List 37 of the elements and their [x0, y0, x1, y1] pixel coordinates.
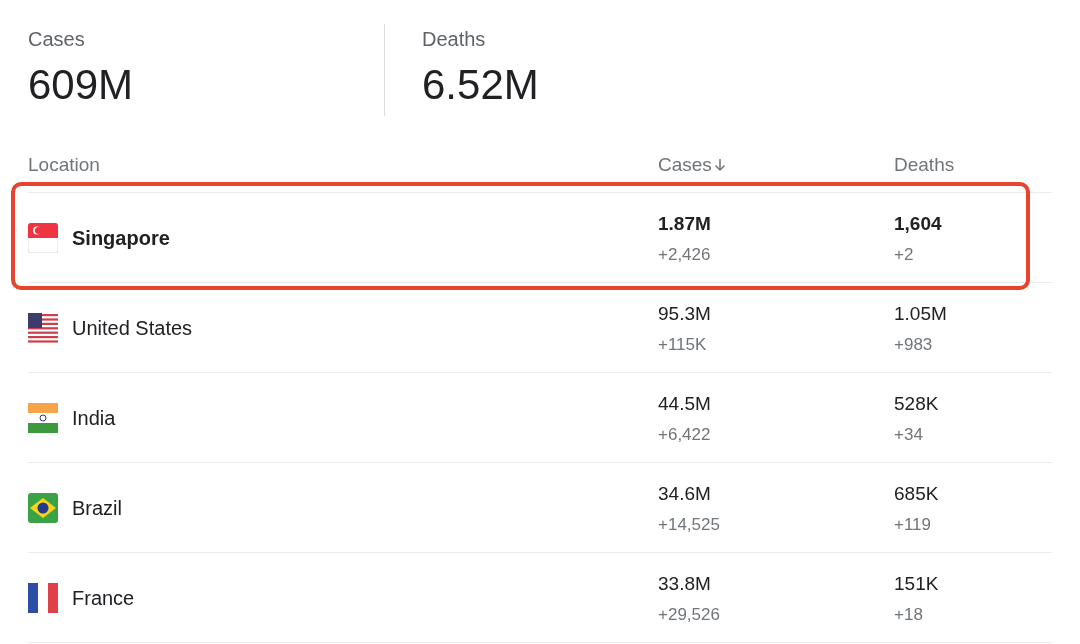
- change-value: +14,525: [658, 514, 721, 535]
- stat-label: Deaths: [422, 27, 486, 52]
- column-header[interactable]: Deaths: [894, 154, 955, 176]
- column-header[interactable]: Cases: [658, 154, 726, 176]
- change-value: +6,422: [658, 424, 712, 445]
- flag-icon: [28, 402, 58, 433]
- change-value: +2: [894, 244, 915, 265]
- stat-label: Cases: [28, 27, 85, 52]
- table-value: 34.6M: [658, 482, 712, 505]
- change-value: +34: [894, 424, 924, 445]
- change-value: +18: [894, 604, 924, 625]
- country-name: United States: [72, 315, 193, 341]
- flag-icon: [28, 222, 58, 253]
- table-value: 1,604: [894, 212, 943, 235]
- table-value: 1.05M: [894, 302, 948, 325]
- stat-value: 609M: [28, 61, 134, 109]
- country-name: France: [72, 585, 135, 611]
- change-value: +115K: [658, 334, 708, 355]
- flag-icon: [28, 312, 58, 343]
- change-value: +2,426: [658, 244, 712, 265]
- table-value: 685K: [894, 482, 940, 505]
- stat-value: 6.52M: [422, 61, 539, 109]
- table-value: 33.8M: [658, 572, 712, 595]
- column-header[interactable]: Location: [28, 154, 100, 176]
- change-value: +29,526: [658, 604, 721, 625]
- table-value: 151K: [894, 572, 940, 595]
- table-value: 1.87M: [658, 212, 712, 235]
- change-value: +983: [894, 334, 934, 355]
- table-value: 528K: [894, 392, 940, 415]
- flag-icon: [28, 492, 58, 523]
- country-name: Singapore: [72, 225, 170, 251]
- flag-icon: [28, 582, 58, 613]
- table-value: 95.3M: [658, 302, 712, 325]
- country-name: Brazil: [72, 495, 122, 521]
- table-value: 44.5M: [658, 392, 712, 415]
- change-value: +119: [894, 514, 933, 535]
- country-name: India: [72, 405, 116, 431]
